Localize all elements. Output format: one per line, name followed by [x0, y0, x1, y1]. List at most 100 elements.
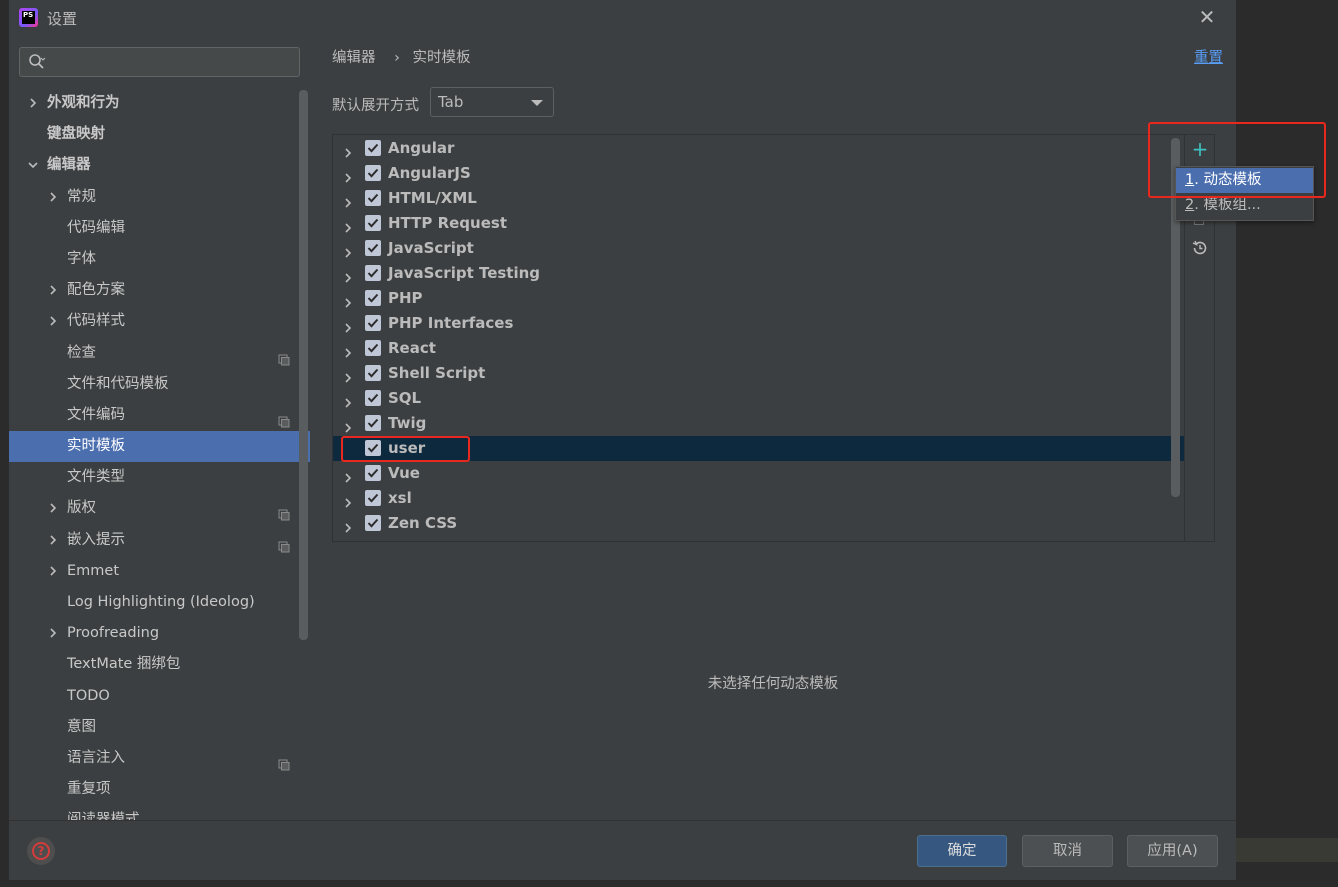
group-checkbox[interactable] [365, 315, 381, 331]
chevron-right-icon[interactable] [27, 97, 39, 109]
sidebar-item-label: Proofreading [67, 625, 160, 642]
chevron-right-icon[interactable] [342, 242, 354, 258]
group-checkbox[interactable] [365, 365, 381, 381]
group-checkbox[interactable] [365, 240, 381, 256]
chevron-right-icon[interactable] [342, 392, 354, 408]
expand-with-select[interactable]: Tab [430, 87, 554, 117]
breadcrumb-current: 实时模板 [412, 50, 471, 66]
sidebar-item[interactable]: 文件编码 [9, 400, 310, 431]
template-group-row[interactable]: PHP [333, 286, 1184, 311]
template-group-row[interactable]: PHP Interfaces [333, 311, 1184, 336]
sidebar-item[interactable]: Proofreading [9, 618, 310, 649]
sidebar-item[interactable]: 语言注入 [9, 743, 310, 774]
add-icon[interactable]: + [1191, 139, 1209, 159]
chevron-right-icon[interactable] [47, 534, 59, 546]
chevron-right-icon[interactable] [342, 267, 354, 283]
sidebar-item[interactable]: 检查 [9, 338, 310, 369]
template-group-row[interactable]: Twig [333, 411, 1184, 436]
chevron-right-icon[interactable] [342, 492, 354, 508]
template-group-row[interactable]: Angular [333, 136, 1184, 161]
group-checkbox[interactable] [365, 490, 381, 506]
group-checkbox[interactable] [365, 265, 381, 281]
live-templates-panel: 编辑器 › 实时模板 重置 默认展开方式 Tab Angular AngularJ… [310, 36, 1236, 820]
chevron-right-icon[interactable] [47, 284, 59, 296]
chevron-right-icon[interactable] [47, 627, 59, 639]
chevron-right-icon[interactable] [342, 367, 354, 383]
menu-item-live-template[interactable]: 1. 动态模板 [1176, 168, 1313, 193]
sidebar-scrollbar[interactable] [299, 90, 308, 640]
chevron-right-icon[interactable] [342, 167, 354, 183]
group-checkbox[interactable] [365, 340, 381, 356]
chevron-right-icon[interactable] [47, 565, 59, 577]
sidebar-item[interactable]: TODO [9, 681, 310, 712]
chevron-down-icon[interactable] [27, 159, 39, 171]
group-checkbox[interactable] [365, 415, 381, 431]
reset-link[interactable]: 重置 [1194, 46, 1223, 67]
template-group-row[interactable]: xsl [333, 486, 1184, 511]
template-group-label: PHP Interfaces [388, 314, 514, 332]
sidebar-item[interactable]: Log Highlighting (Ideolog) [9, 587, 310, 618]
group-checkbox[interactable] [365, 390, 381, 406]
template-group-row[interactable]: SQL [333, 386, 1184, 411]
sidebar-item[interactable]: 代码样式 [9, 306, 310, 337]
sidebar-item[interactable]: 编辑器 [9, 150, 310, 181]
chevron-right-icon[interactable] [47, 502, 59, 514]
menu-item-template-group[interactable]: 2. 模板组... [1176, 193, 1313, 218]
sidebar-item[interactable]: 代码编辑 [9, 213, 310, 244]
restore-icon[interactable] [1190, 238, 1210, 258]
sidebar-item[interactable]: 意图 [9, 712, 310, 743]
sidebar-item[interactable]: 文件和代码模板 [9, 369, 310, 400]
help-button[interactable]: ? [27, 837, 55, 865]
sidebar-item[interactable]: 实时模板 [9, 431, 310, 463]
expand-with-value: Tab [438, 93, 464, 111]
template-group-row[interactable]: user [333, 436, 1184, 461]
sidebar-item[interactable]: 文件类型 [9, 462, 310, 493]
breadcrumb: 编辑器 › 实时模板 [332, 46, 477, 67]
sidebar-item[interactable]: 重复项 [9, 774, 310, 805]
chevron-right-icon[interactable] [342, 192, 354, 208]
group-checkbox[interactable] [365, 215, 381, 231]
template-group-row[interactable]: AngularJS [333, 161, 1184, 186]
template-group-row[interactable]: Zen CSS [333, 511, 1184, 536]
sidebar-item[interactable]: 键盘映射 [9, 119, 310, 150]
chevron-right-icon[interactable] [342, 417, 354, 433]
chevron-right-icon[interactable] [342, 467, 354, 483]
template-group-row[interactable]: JavaScript Testing [333, 261, 1184, 286]
template-group-row[interactable]: HTTP Request [333, 211, 1184, 236]
template-group-row[interactable]: Vue [333, 461, 1184, 486]
sidebar-item[interactable]: 字体 [9, 244, 310, 275]
template-group-row[interactable]: JavaScript [333, 236, 1184, 261]
group-checkbox[interactable] [365, 515, 381, 531]
chevron-right-icon[interactable] [342, 142, 354, 158]
cancel-button[interactable]: 取消 [1022, 835, 1113, 867]
sidebar-item[interactable]: 阅读器模式 [9, 805, 310, 820]
sidebar-item[interactable]: 外观和行为 [9, 88, 310, 119]
sidebar-item[interactable]: 配色方案 [9, 275, 310, 306]
sidebar-item[interactable]: 版权 [9, 493, 310, 524]
group-checkbox[interactable] [365, 140, 381, 156]
ok-button[interactable]: 确定 [917, 835, 1007, 867]
template-group-row[interactable]: React [333, 336, 1184, 361]
chevron-right-icon[interactable] [342, 517, 354, 533]
chevron-right-icon[interactable] [342, 317, 354, 333]
group-checkbox[interactable] [365, 290, 381, 306]
chevron-right-icon[interactable] [342, 342, 354, 358]
chevron-right-icon[interactable] [47, 191, 59, 203]
sidebar-item[interactable]: TextMate 捆绑包 [9, 649, 310, 680]
group-checkbox[interactable] [365, 190, 381, 206]
template-group-row[interactable]: HTML/XML [333, 186, 1184, 211]
sidebar-item[interactable]: Emmet [9, 556, 310, 587]
search-input[interactable] [19, 47, 300, 77]
group-checkbox[interactable] [365, 165, 381, 181]
group-checkbox[interactable] [365, 465, 381, 481]
chevron-right-icon[interactable] [47, 315, 59, 327]
group-checkbox[interactable] [365, 440, 381, 456]
close-icon[interactable]: ✕ [1196, 6, 1218, 28]
chevron-right-icon[interactable] [342, 292, 354, 308]
apply-button[interactable]: 应用(A) [1127, 835, 1218, 867]
sidebar-item[interactable]: 常规 [9, 182, 310, 213]
sidebar-item[interactable]: 嵌入提示 [9, 525, 310, 556]
template-group-row[interactable]: Shell Script [333, 361, 1184, 386]
chevron-right-icon[interactable] [342, 217, 354, 233]
breadcrumb-parent: 编辑器 [332, 50, 376, 66]
